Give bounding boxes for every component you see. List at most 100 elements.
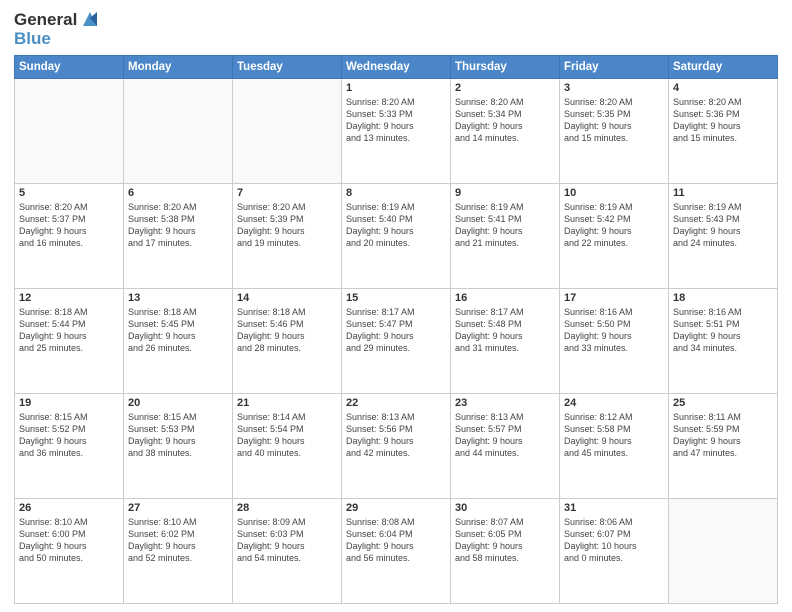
day-info: Sunrise: 8:17 AM Sunset: 5:47 PM Dayligh… (346, 306, 446, 355)
day-info: Sunrise: 8:15 AM Sunset: 5:52 PM Dayligh… (19, 411, 119, 460)
day-info: Sunrise: 8:19 AM Sunset: 5:42 PM Dayligh… (564, 201, 664, 250)
calendar-cell: 16Sunrise: 8:17 AM Sunset: 5:48 PM Dayli… (451, 289, 560, 394)
calendar-cell: 20 Sunrise: 8:15 AM Sunset: 5:53 PM Dayli… (124, 394, 233, 499)
calendar-cell: 19 Sunrise: 8:15 AM Sunset: 5:52 PM Dayli… (15, 394, 124, 499)
calendar-cell (124, 79, 233, 184)
weekday-thursday: Thursday (451, 56, 560, 79)
calendar-cell: 15 Sunrise: 8:17 AM Sunset: 5:47 PM Dayli… (342, 289, 451, 394)
day-number: 30 (455, 502, 555, 514)
calendar-cell: 11 Sunrise: 8:19 AM Sunset: 5:43 PM Dayli… (669, 184, 778, 289)
week-row-4: 19 Sunrise: 8:15 AM Sunset: 5:52 PM Dayli… (15, 394, 778, 499)
calendar-cell: 13Sunrise: 8:18 AM Sunset: 5:45 PM Dayli… (124, 289, 233, 394)
weekday-tuesday: Tuesday (233, 56, 342, 79)
calendar-cell: 2 Sunrise: 8:20 AM Sunset: 5:34 PM Daylig… (451, 79, 560, 184)
day-number: 4 (673, 82, 773, 94)
day-number: 9 (455, 187, 555, 199)
calendar-cell: 24Sunrise: 8:12 AM Sunset: 5:58 PM Dayli… (560, 394, 669, 499)
weekday-monday: Monday (124, 56, 233, 79)
day-info: Sunrise: 8:20 AM Sunset: 5:33 PM Dayligh… (346, 96, 446, 145)
weekday-header-row: SundayMondayTuesdayWednesdayThursdayFrid… (15, 56, 778, 79)
day-info: Sunrise: 8:15 AM Sunset: 5:53 PM Dayligh… (128, 411, 228, 460)
calendar-cell: 30 Sunrise: 8:07 AM Sunset: 6:05 PM Dayli… (451, 499, 560, 604)
day-info: Sunrise: 8:20 AM Sunset: 5:35 PM Dayligh… (564, 96, 664, 145)
day-number: 25 (673, 397, 773, 409)
day-number: 7 (237, 187, 337, 199)
day-info: Sunrise: 8:20 AM Sunset: 5:38 PM Dayligh… (128, 201, 228, 250)
calendar-cell (15, 79, 124, 184)
day-info: Sunrise: 8:16 AM Sunset: 5:50 PM Dayligh… (564, 306, 664, 355)
logo: General Blue (14, 10, 101, 49)
day-info: Sunrise: 8:18 AM Sunset: 5:44 PM Dayligh… (19, 306, 119, 355)
day-number: 15 (346, 292, 446, 304)
day-number: 21 (237, 397, 337, 409)
day-number: 6 (128, 187, 228, 199)
day-number: 28 (237, 502, 337, 514)
day-info: Sunrise: 8:20 AM Sunset: 5:37 PM Dayligh… (19, 201, 119, 250)
weekday-wednesday: Wednesday (342, 56, 451, 79)
day-number: 10 (564, 187, 664, 199)
day-number: 1 (346, 82, 446, 94)
calendar-cell: 4Sunrise: 8:20 AM Sunset: 5:36 PM Daylig… (669, 79, 778, 184)
calendar-cell: 29 Sunrise: 8:08 AM Sunset: 6:04 PM Dayli… (342, 499, 451, 604)
day-number: 31 (564, 502, 664, 514)
calendar-cell: 18Sunrise: 8:16 AM Sunset: 5:51 PM Dayli… (669, 289, 778, 394)
header: General Blue (14, 10, 778, 49)
calendar-cell (233, 79, 342, 184)
calendar-cell: 26 Sunrise: 8:10 AM Sunset: 6:00 PM Dayli… (15, 499, 124, 604)
day-info: Sunrise: 8:20 AM Sunset: 5:34 PM Dayligh… (455, 96, 555, 145)
day-info: Sunrise: 8:13 AM Sunset: 5:56 PM Dayligh… (346, 411, 446, 460)
day-number: 14 (237, 292, 337, 304)
logo-text-blue: Blue (14, 29, 51, 48)
day-info: Sunrise: 8:09 AM Sunset: 6:03 PM Dayligh… (237, 516, 337, 565)
calendar-cell: 3 Sunrise: 8:20 AM Sunset: 5:35 PM Daylig… (560, 79, 669, 184)
calendar-cell: 22 Sunrise: 8:13 AM Sunset: 5:56 PM Dayli… (342, 394, 451, 499)
day-number: 26 (19, 502, 119, 514)
calendar-cell: 23 Sunrise: 8:13 AM Sunset: 5:57 PM Dayli… (451, 394, 560, 499)
day-info: Sunrise: 8:10 AM Sunset: 6:00 PM Dayligh… (19, 516, 119, 565)
day-info: Sunrise: 8:07 AM Sunset: 6:05 PM Dayligh… (455, 516, 555, 565)
day-info: Sunrise: 8:16 AM Sunset: 5:51 PM Dayligh… (673, 306, 773, 355)
day-info: Sunrise: 8:11 AM Sunset: 5:59 PM Dayligh… (673, 411, 773, 460)
calendar-cell: 14 Sunrise: 8:18 AM Sunset: 5:46 PM Dayli… (233, 289, 342, 394)
day-info: Sunrise: 8:10 AM Sunset: 6:02 PM Dayligh… (128, 516, 228, 565)
day-number: 3 (564, 82, 664, 94)
day-number: 8 (346, 187, 446, 199)
day-number: 22 (346, 397, 446, 409)
weekday-saturday: Saturday (669, 56, 778, 79)
day-number: 11 (673, 187, 773, 199)
week-row-2: 5 Sunrise: 8:20 AM Sunset: 5:37 PM Daylig… (15, 184, 778, 289)
day-info: Sunrise: 8:20 AM Sunset: 5:39 PM Dayligh… (237, 201, 337, 250)
day-number: 27 (128, 502, 228, 514)
calendar-cell (669, 499, 778, 604)
day-info: Sunrise: 8:08 AM Sunset: 6:04 PM Dayligh… (346, 516, 446, 565)
day-number: 5 (19, 187, 119, 199)
page: General Blue SundayMondayTuesdayWednesda… (0, 0, 792, 612)
logo-icon (79, 8, 101, 30)
day-number: 19 (19, 397, 119, 409)
calendar-cell: 5 Sunrise: 8:20 AM Sunset: 5:37 PM Daylig… (15, 184, 124, 289)
day-number: 20 (128, 397, 228, 409)
calendar-cell: 28 Sunrise: 8:09 AM Sunset: 6:03 PM Dayli… (233, 499, 342, 604)
calendar-cell: 31 Sunrise: 8:06 AM Sunset: 6:07 PM Dayli… (560, 499, 669, 604)
week-row-1: 1 Sunrise: 8:20 AM Sunset: 5:33 PM Daylig… (15, 79, 778, 184)
day-number: 13 (128, 292, 228, 304)
calendar-cell: 12 Sunrise: 8:18 AM Sunset: 5:44 PM Dayli… (15, 289, 124, 394)
calendar-cell: 25 Sunrise: 8:11 AM Sunset: 5:59 PM Dayli… (669, 394, 778, 499)
day-info: Sunrise: 8:18 AM Sunset: 5:46 PM Dayligh… (237, 306, 337, 355)
calendar-cell: 27 Sunrise: 8:10 AM Sunset: 6:02 PM Dayli… (124, 499, 233, 604)
day-info: Sunrise: 8:13 AM Sunset: 5:57 PM Dayligh… (455, 411, 555, 460)
day-number: 2 (455, 82, 555, 94)
week-row-3: 12 Sunrise: 8:18 AM Sunset: 5:44 PM Dayli… (15, 289, 778, 394)
day-info: Sunrise: 8:19 AM Sunset: 5:40 PM Dayligh… (346, 201, 446, 250)
day-info: Sunrise: 8:12 AM Sunset: 5:58 PM Dayligh… (564, 411, 664, 460)
calendar-cell: 8 Sunrise: 8:19 AM Sunset: 5:40 PM Daylig… (342, 184, 451, 289)
day-info: Sunrise: 8:06 AM Sunset: 6:07 PM Dayligh… (564, 516, 664, 565)
day-number: 16 (455, 292, 555, 304)
day-number: 29 (346, 502, 446, 514)
calendar-table: SundayMondayTuesdayWednesdayThursdayFrid… (14, 55, 778, 604)
day-number: 23 (455, 397, 555, 409)
day-info: Sunrise: 8:19 AM Sunset: 5:43 PM Dayligh… (673, 201, 773, 250)
calendar-cell: 21Sunrise: 8:14 AM Sunset: 5:54 PM Dayli… (233, 394, 342, 499)
day-number: 12 (19, 292, 119, 304)
week-row-5: 26 Sunrise: 8:10 AM Sunset: 6:00 PM Dayli… (15, 499, 778, 604)
